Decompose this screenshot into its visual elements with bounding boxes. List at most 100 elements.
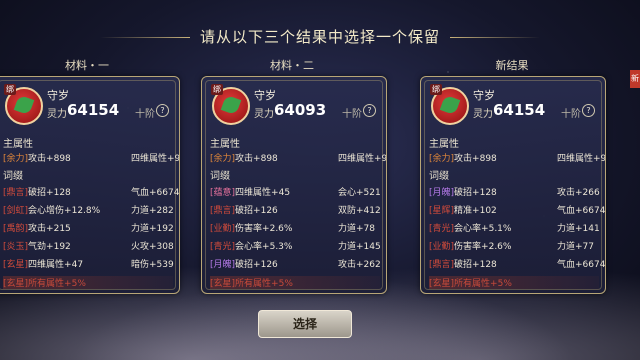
column-title: 材料・二 (270, 59, 314, 72)
affix-value: 伤害率+2.6% (235, 224, 293, 234)
affix-value: 力道+77 (557, 242, 594, 252)
affix-tag: 鼎言 (432, 260, 451, 270)
set-tag: 玄星 (213, 279, 232, 289)
affix-value: 力道+192 (131, 224, 174, 234)
affix-value: 气劲+192 (28, 242, 71, 252)
affix-value: 四维属性+45 (235, 188, 291, 198)
bound-tag-icon: 绑 (211, 84, 223, 95)
affix-row: [月魄]破招+126 攻击+262 (210, 257, 381, 271)
power-value: 64154 (493, 101, 546, 119)
page-title-row: 请从以下三个结果中选择一个保留 (0, 26, 640, 47)
power-value: 64093 (274, 101, 327, 119)
affix-tag: 业勤 (432, 242, 451, 252)
result-card[interactable]: 绑守岁灵力64154十阶?主属性[余力]攻击+898四维属性+96词缀[月魄]破… (420, 76, 606, 294)
affix-row: [玄星]四维属性+47 暗伤+539 (3, 257, 174, 271)
set-bonus-row: [玄星]所有属性+5% (429, 276, 599, 289)
affix-tag: 禹韵 (6, 224, 25, 234)
attr-value: 攻击+898 (28, 154, 71, 164)
select-button[interactable]: 选择 (258, 310, 352, 338)
affix-value: 暗伤+539 (131, 260, 174, 270)
affix-row: [禹韵]攻击+215 力道+192 (3, 221, 174, 235)
item-icon: 绑 (4, 84, 43, 125)
affix-value: 气血+6674 (557, 260, 606, 270)
affix-value: 力道+145 (338, 242, 381, 252)
attr-value: 攻击+898 (454, 154, 497, 164)
help-icon[interactable]: ? (156, 104, 169, 117)
affix-value: 破招+128 (28, 188, 71, 198)
power-label: 灵力 (473, 109, 493, 120)
main-attr-heading: 主属性 (429, 139, 459, 150)
attr-value: 四维属性+96 (557, 154, 606, 164)
attr-value: 四维属性+96 (131, 154, 180, 164)
result-card[interactable]: 绑守岁灵力64154十阶?主属性[余力]攻击+898四维属性+96词缀[鼎言]破… (0, 76, 180, 294)
main-attr-heading: 主属性 (210, 139, 240, 150)
stage-label: 十阶 (342, 109, 362, 120)
affix-tag: 蕴意 (213, 188, 232, 198)
affix-tag: 剑虹 (6, 206, 25, 216)
leaf-icon (439, 94, 461, 116)
side-new-tag: 新 (630, 70, 640, 88)
result-card[interactable]: 绑守岁灵力64093十阶?主属性[余力]攻击+898四维属性+96词缀[蕴意]四… (201, 76, 387, 294)
affix-value: 会心率+5.3% (235, 242, 293, 252)
affix-tag: 炎玉 (6, 242, 25, 252)
affix-row: [炎玉]气劲+192 火攻+308 (3, 239, 174, 253)
affix-row: [蕴意]四维属性+45 会心+521 (210, 185, 381, 199)
affix-value: 攻击+262 (338, 260, 381, 270)
affix-row: [青光]会心率+5.1% 力道+141 (429, 221, 600, 235)
item-icon: 绑 (430, 84, 469, 125)
attr-tag: 余力 (6, 154, 25, 164)
power-value: 64154 (67, 101, 120, 119)
set-bonus-text: 所有属性+5% (28, 279, 86, 289)
affix-row: [鼎言]破招+128 气血+6674 (429, 257, 605, 271)
set-bonus-row: [玄星]所有属性+5% (210, 276, 380, 289)
leaf-icon (220, 94, 242, 116)
item-icon: 绑 (211, 84, 250, 125)
affix-value: 精准+102 (454, 206, 497, 216)
help-icon[interactable]: ? (363, 104, 376, 117)
affix-tag: 鼎言 (213, 206, 232, 216)
affix-value: 伤害率+2.6% (454, 242, 512, 252)
affix-heading: 词缀 (210, 171, 230, 182)
leaf-icon (13, 94, 35, 116)
affix-tag: 星辉 (432, 206, 451, 216)
affix-value: 破招+128 (454, 260, 497, 270)
stage-label: 十阶 (561, 109, 581, 120)
affix-row: [青光]会心率+5.3% 力道+145 (210, 239, 381, 253)
affix-tag: 月魄 (432, 188, 451, 198)
affix-value: 破招+126 (235, 260, 278, 270)
affix-value: 攻击+215 (28, 224, 71, 234)
affix-value: 气血+6674 (557, 206, 606, 216)
affix-value: 攻击+266 (557, 188, 600, 198)
affix-row: [业勤]伤害率+2.6% 力道+78 (210, 221, 380, 235)
main-attr-heading: 主属性 (3, 139, 33, 150)
affix-value: 会心增伤+12.8% (28, 206, 101, 216)
affix-value: 力道+78 (338, 224, 375, 234)
affix-row: [月魄]破招+128 攻击+266 (429, 185, 600, 199)
stage-label: 十阶 (135, 109, 155, 120)
attr-tag: 余力 (432, 154, 451, 164)
main-attr-row: [余力]攻击+898四维属性+96 (429, 151, 605, 165)
title-divider-right (450, 37, 540, 38)
attr-value: 四维属性+96 (338, 154, 387, 164)
attr-value: 攻击+898 (235, 154, 278, 164)
main-attr-row: [余力]攻击+898四维属性+96 (3, 151, 179, 165)
affix-tag: 玄星 (6, 260, 25, 270)
affix-value: 力道+141 (557, 224, 600, 234)
item-name: 守岁 (473, 89, 495, 102)
affix-value: 四维属性+47 (28, 260, 84, 270)
power-label: 灵力 (254, 109, 274, 120)
column-title: 材料・一 (65, 59, 109, 72)
item-name: 守岁 (254, 89, 276, 102)
help-icon[interactable]: ? (582, 104, 595, 117)
affix-tag: 青光 (432, 224, 451, 234)
column-title: 新结果 (495, 59, 529, 72)
item-name: 守岁 (47, 89, 69, 102)
set-tag: 玄星 (6, 279, 25, 289)
affix-value: 双防+412 (338, 206, 381, 216)
attr-tag: 余力 (213, 154, 232, 164)
affix-row: [星辉]精准+102 气血+6674 (429, 203, 605, 217)
affix-value: 火攻+308 (131, 242, 174, 252)
affix-value: 破招+126 (235, 206, 278, 216)
set-bonus-row: [玄星]所有属性+5% (3, 276, 173, 289)
set-tag: 玄星 (432, 279, 451, 289)
